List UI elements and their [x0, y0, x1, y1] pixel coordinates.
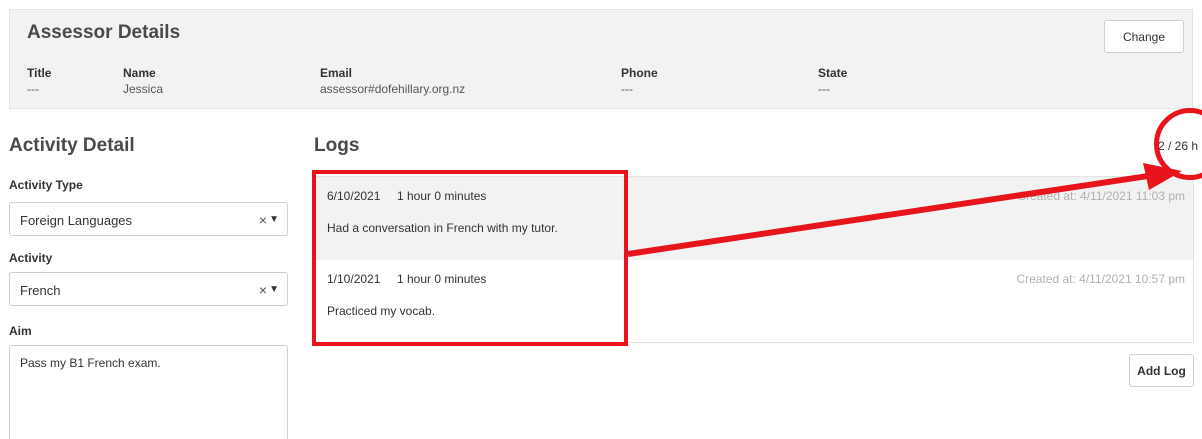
name-label: Name — [123, 66, 156, 80]
phone-value: --- — [621, 82, 633, 96]
logs-list: 6/10/2021 1 hour 0 minutes Created at: 4… — [314, 176, 1194, 343]
activity-select[interactable]: French × ▼ — [9, 272, 288, 306]
log-description: Practiced my vocab. — [327, 304, 436, 318]
clear-icon[interactable]: × — [259, 212, 267, 228]
hours-count: 2 / 26 h — [1157, 139, 1198, 153]
log-date: 1/10/2021 — [327, 272, 381, 286]
log-description: Had a conversation in French with my tut… — [327, 221, 558, 235]
chevron-down-icon[interactable]: ▼ — [269, 214, 279, 225]
log-created-at: Created at: 4/11/2021 10:57 pm — [1016, 272, 1185, 286]
name-value: Jessica — [123, 82, 164, 96]
clear-icon[interactable]: × — [259, 282, 267, 298]
activity-value: French — [20, 283, 61, 298]
change-button[interactable]: Change — [1104, 20, 1184, 53]
log-entry[interactable]: 6/10/2021 1 hour 0 minutes Created at: 4… — [315, 177, 1193, 260]
state-value: --- — [818, 82, 830, 96]
assessor-details-title: Assessor Details — [27, 22, 181, 43]
email-value: assessor#dofehillary.org.nz — [320, 82, 466, 96]
activity-detail-title: Activity Detail — [9, 135, 135, 156]
activity-label: Activity — [9, 251, 53, 265]
email-label: Email — [320, 66, 353, 80]
log-entry[interactable]: 1/10/2021 1 hour 0 minutes Created at: 4… — [315, 260, 1193, 343]
activity-type-label: Activity Type — [9, 178, 83, 192]
activity-type-select[interactable]: Foreign Languages × ▼ — [9, 202, 288, 236]
log-created-at: Created at: 4/11/2021 11:03 pm — [1017, 189, 1185, 203]
title-value: --- — [27, 82, 39, 96]
chevron-down-icon[interactable]: ▼ — [269, 284, 279, 295]
title-label: Title — [27, 66, 52, 80]
state-label: State — [818, 66, 848, 80]
activity-type-value: Foreign Languages — [20, 213, 133, 228]
log-duration: 1 hour 0 minutes — [397, 189, 487, 203]
log-duration: 1 hour 0 minutes — [397, 272, 487, 286]
aim-textarea[interactable] — [9, 345, 288, 439]
log-date: 6/10/2021 — [327, 189, 381, 203]
phone-label: Phone — [621, 66, 658, 80]
logs-title: Logs — [314, 135, 360, 156]
add-log-button[interactable]: Add Log — [1129, 354, 1194, 387]
assessor-details-panel: Assessor Details Title --- Name Jessica … — [9, 9, 1193, 109]
aim-label: Aim — [9, 324, 32, 338]
